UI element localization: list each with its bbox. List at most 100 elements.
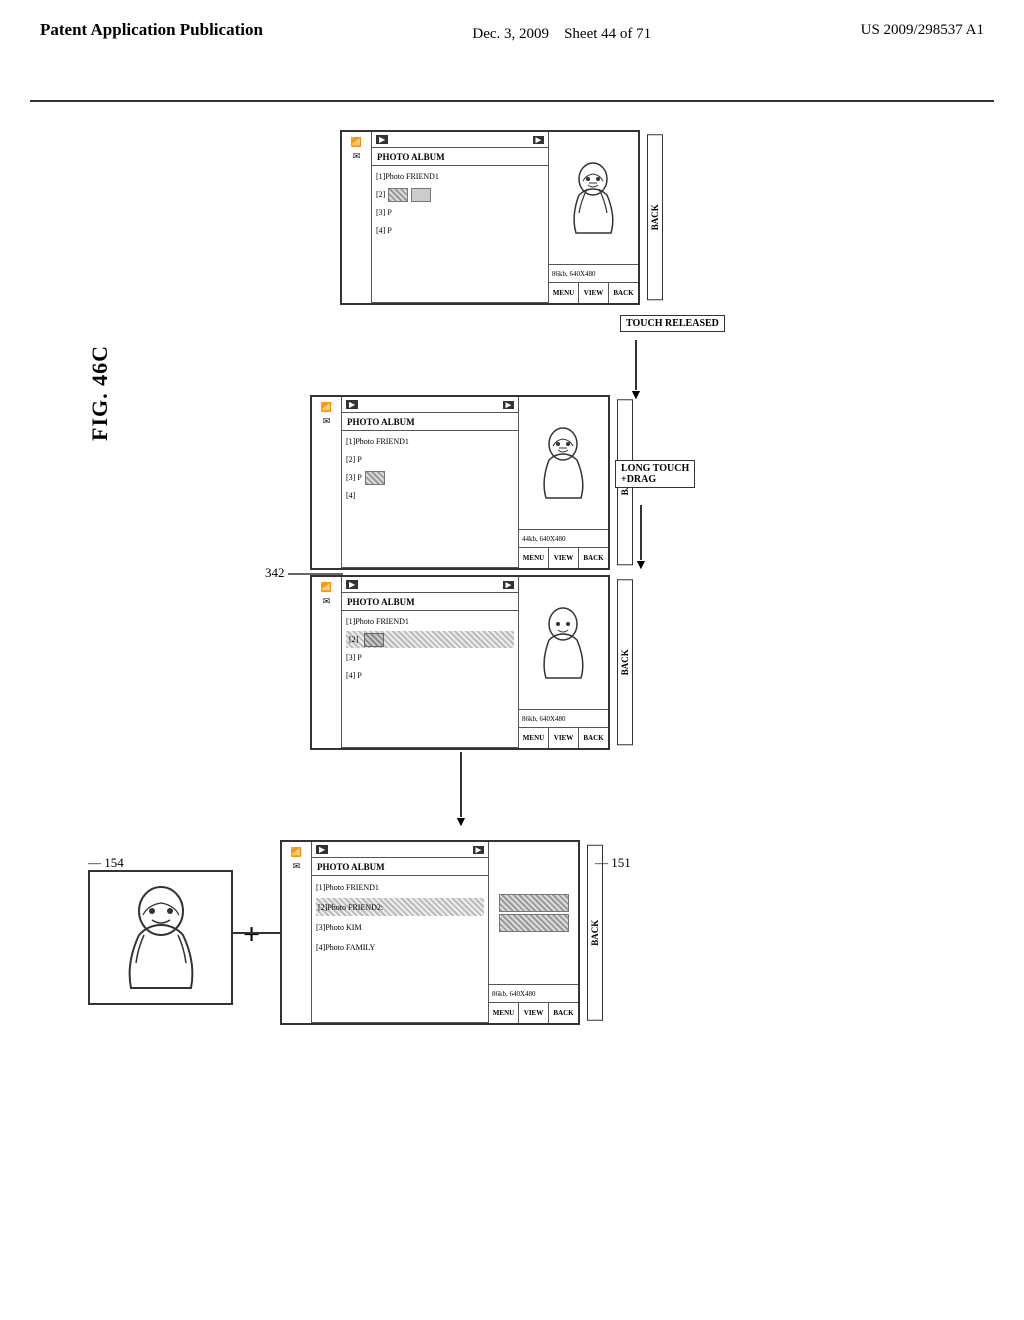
info-bot: 86kb, 640X480 xyxy=(489,985,578,1003)
item4-text-mid: [4] xyxy=(346,491,355,500)
item2-text: [2] xyxy=(376,190,385,199)
dot-box-1 xyxy=(499,894,569,912)
list-item-2-bot: [2]Photo FRIEND2: xyxy=(316,898,484,916)
phone-bottom: 📶 ✉ ▶ ▶ PHOTO ALBUM [1]Photo FRIEND1 [2]… xyxy=(280,840,580,1025)
view-btn-top[interactable]: VIEW xyxy=(579,283,609,303)
item1-text-lm: [1]Photo FRIEND1 xyxy=(346,617,409,626)
person-svg-top xyxy=(561,161,626,236)
back-vertical-bot: BACK xyxy=(582,840,608,1025)
phone-right-panel-lm: 86kb, 640X480 MENU VIEW BACK xyxy=(518,577,608,748)
list-item-4-top: [4] P xyxy=(376,222,544,239)
large-person-svg xyxy=(106,883,216,993)
person-svg-lm xyxy=(531,606,596,681)
phone-left-strip-lm: 📶 ✉ xyxy=(312,577,342,748)
list-item-4-lm: [4] P xyxy=(346,667,514,684)
large-photo-box xyxy=(88,870,233,1005)
touch-released-label: TOUCH RELEASED xyxy=(620,315,725,332)
photo-area-top xyxy=(549,132,638,265)
menu-btn-lm[interactable]: MENU xyxy=(519,728,549,748)
list-item-3-top: [3] P xyxy=(376,204,544,221)
mail-icon-mid: ✉ xyxy=(323,416,331,427)
item2-text-bot: [2]Photo FRIEND2: xyxy=(316,903,385,912)
signal-icon: 📶 xyxy=(351,137,362,148)
back-label-bot: BACK xyxy=(587,845,603,1021)
signal-icon-mid: 📶 xyxy=(321,402,332,413)
menu-btn-top[interactable]: MENU xyxy=(549,283,579,303)
arrow-touch-released xyxy=(635,340,637,390)
list-area-mid: [1]Photo FRIEND1 [2] P [3] P [4] xyxy=(342,431,518,568)
status-bar-lm: ▶ ▶ xyxy=(342,577,518,593)
list-item-1-mid: [1]Photo FRIEND1 xyxy=(346,433,514,450)
list-item-1-lm: [1]Photo FRIEND1 xyxy=(346,613,514,630)
phone-lower-mid: 📶 ✉ ▶ ▶ PHOTO ALBUM [1]Photo FRIEND1 [2] xyxy=(310,575,610,750)
status-bar-bot: ▶ ▶ xyxy=(312,842,488,858)
item3-text-lm: [3] P xyxy=(346,653,362,662)
list-area-lm: [1]Photo FRIEND1 [2] [3] P [4] P xyxy=(342,611,518,748)
page-header: Patent Application Publication Dec. 3, 2… xyxy=(0,0,1024,46)
album-title-bot: PHOTO ALBUM xyxy=(312,858,488,876)
info-mid: 44kb, 640X480 xyxy=(519,530,608,548)
bottom-buttons-mid: MENU VIEW BACK xyxy=(519,548,608,568)
view-btn-lm[interactable]: VIEW xyxy=(549,728,579,748)
album-title-mid: PHOTO ALBUM xyxy=(342,413,518,431)
arrow-down-3: ▼ xyxy=(454,815,468,831)
phone-right-panel-top: 86kb, 640X480 MENU VIEW BACK xyxy=(548,132,638,303)
status-indicator: ▶ xyxy=(376,135,388,144)
status-indicator-bot: ▶ xyxy=(316,845,328,854)
mail-icon: ✉ xyxy=(353,151,361,162)
album-title-top: PHOTO ALBUM xyxy=(372,148,548,166)
status-bar-mid: ▶ ▶ xyxy=(342,397,518,413)
list-item-3-bot: [3]Photo KIM xyxy=(316,918,484,936)
item4-text: [4] P xyxy=(376,226,392,235)
mail-icon-bot: ✉ xyxy=(293,861,301,872)
thumb-2-top xyxy=(388,188,408,202)
date: Dec. 3, 2009 xyxy=(472,26,549,42)
ref154-label: — 154 xyxy=(88,855,124,871)
list-item-3-mid: [3] P xyxy=(346,469,514,486)
arrow-long-touch xyxy=(640,505,642,560)
signal-icon-lm: 📶 xyxy=(321,582,332,593)
phone-left-strip: 📶 ✉ xyxy=(342,132,372,303)
top-right-indicator-mid: ▶ xyxy=(503,401,514,409)
long-touch-label: LONG TOUCH +DRAG xyxy=(615,460,695,488)
view-btn-mid[interactable]: VIEW xyxy=(549,548,579,568)
list-item-2-top: [2] xyxy=(376,186,544,203)
back-label-top: BACK xyxy=(647,134,663,300)
status-indicator-lm: ▶ xyxy=(346,580,358,589)
list-item-2-mid: [2] P xyxy=(346,451,514,468)
patent-number: US 2009/298537 A1 xyxy=(861,18,984,39)
back-vertical-top: BACK xyxy=(642,130,668,305)
menu-btn-mid[interactable]: MENU xyxy=(519,548,549,568)
figure-label: FIG. 46C xyxy=(87,345,113,441)
menu-btn-bot[interactable]: MENU xyxy=(489,1003,519,1023)
thumb-3-mid xyxy=(365,471,385,485)
view-btn-bot[interactable]: VIEW xyxy=(519,1003,549,1023)
back-btn-bot[interactable]: BACK xyxy=(549,1003,578,1023)
arrow-down-2: ▼ xyxy=(634,558,648,574)
info-lm: 86kb, 640X480 xyxy=(519,710,608,728)
phone-right-panel-bot: 86kb, 640X480 MENU VIEW BACK xyxy=(488,842,578,1023)
list-item-4-bot: [4]Photo FAMILY xyxy=(316,938,484,956)
list-item-3-lm: [3] P xyxy=(346,649,514,666)
item3-text: [3] P xyxy=(376,208,392,217)
back-btn-lm[interactable]: BACK xyxy=(579,728,608,748)
item3-text-bot: [3]Photo KIM xyxy=(316,923,362,932)
item2-text-lm: [2] xyxy=(346,635,361,644)
bottom-buttons-lm: MENU VIEW BACK xyxy=(519,728,608,748)
status-indicator-mid: ▶ xyxy=(346,400,358,409)
figure-content: FIG. 46C 📶 ✉ ▶ ▶ PHOTO ALBUM xyxy=(0,110,1024,1310)
phone-main-area-mid: ▶ ▶ PHOTO ALBUM [1]Photo FRIEND1 [2] P [… xyxy=(342,397,518,568)
phone-top: 📶 ✉ ▶ ▶ PHOTO ALBUM [1]Photo FRIEND1 xyxy=(340,130,640,305)
phone-left-strip-mid: 📶 ✉ xyxy=(312,397,342,568)
info-top: 86kb, 640X480 xyxy=(549,265,638,283)
phone-main-area-lm: ▶ ▶ PHOTO ALBUM [1]Photo FRIEND1 [2] [3]… xyxy=(342,577,518,748)
dot-box-2 xyxy=(499,914,569,932)
date-sheet-info: Dec. 3, 2009 Sheet 44 of 71 xyxy=(472,18,651,46)
list-area-top: [1]Photo FRIEND1 [2] [3] P [4] P xyxy=(372,166,548,303)
sheet-info: Sheet 44 of 71 xyxy=(564,26,651,42)
list-item-2-lm: [2] xyxy=(346,631,514,648)
bottom-buttons-top: MENU VIEW BACK xyxy=(549,283,638,303)
plus-symbol: + xyxy=(243,918,260,952)
back-btn-mid[interactable]: BACK xyxy=(579,548,608,568)
back-btn-top[interactable]: BACK xyxy=(609,283,638,303)
